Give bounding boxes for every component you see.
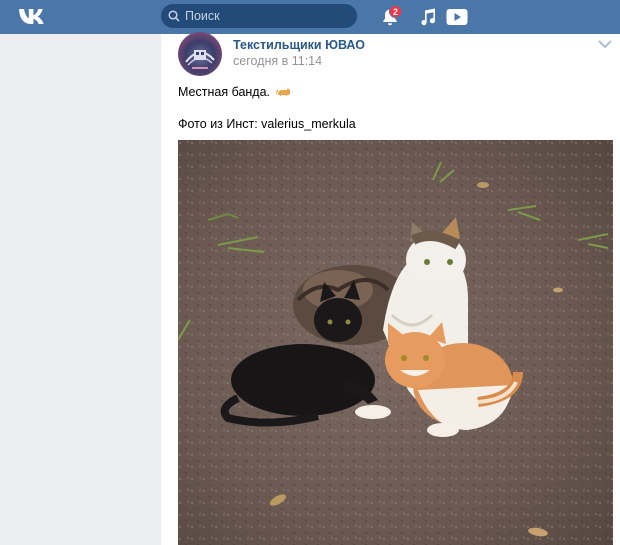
- music-icon[interactable]: [420, 8, 436, 26]
- notifications-badge: 2: [389, 5, 403, 18]
- search-icon: [168, 10, 180, 22]
- wall-post: Текстильщики ЮВАО сегодня в 11:14 Местна…: [161, 32, 620, 545]
- post-text-line: Местная банда.: [178, 85, 291, 100]
- chevron-down-icon[interactable]: [598, 40, 612, 48]
- top-navigation-bar: Поиск 2: [0, 0, 620, 34]
- search-input[interactable]: Поиск: [161, 4, 357, 28]
- avatar[interactable]: [178, 32, 222, 76]
- vk-logo-icon[interactable]: [18, 7, 48, 27]
- left-sidebar: [0, 34, 161, 545]
- post-text-2: Фото из Инст: valerius_merkula: [178, 117, 356, 131]
- search-placeholder: Поиск: [185, 9, 220, 23]
- post-photo-cats[interactable]: [178, 140, 613, 545]
- cat-emoji-icon: [275, 87, 290, 96]
- post-text-1: Местная банда.: [178, 85, 271, 99]
- video-icon[interactable]: [446, 8, 468, 26]
- post-author-link[interactable]: Текстильщики ЮВАО: [233, 38, 365, 52]
- post-timestamp[interactable]: сегодня в 11:14: [233, 54, 322, 68]
